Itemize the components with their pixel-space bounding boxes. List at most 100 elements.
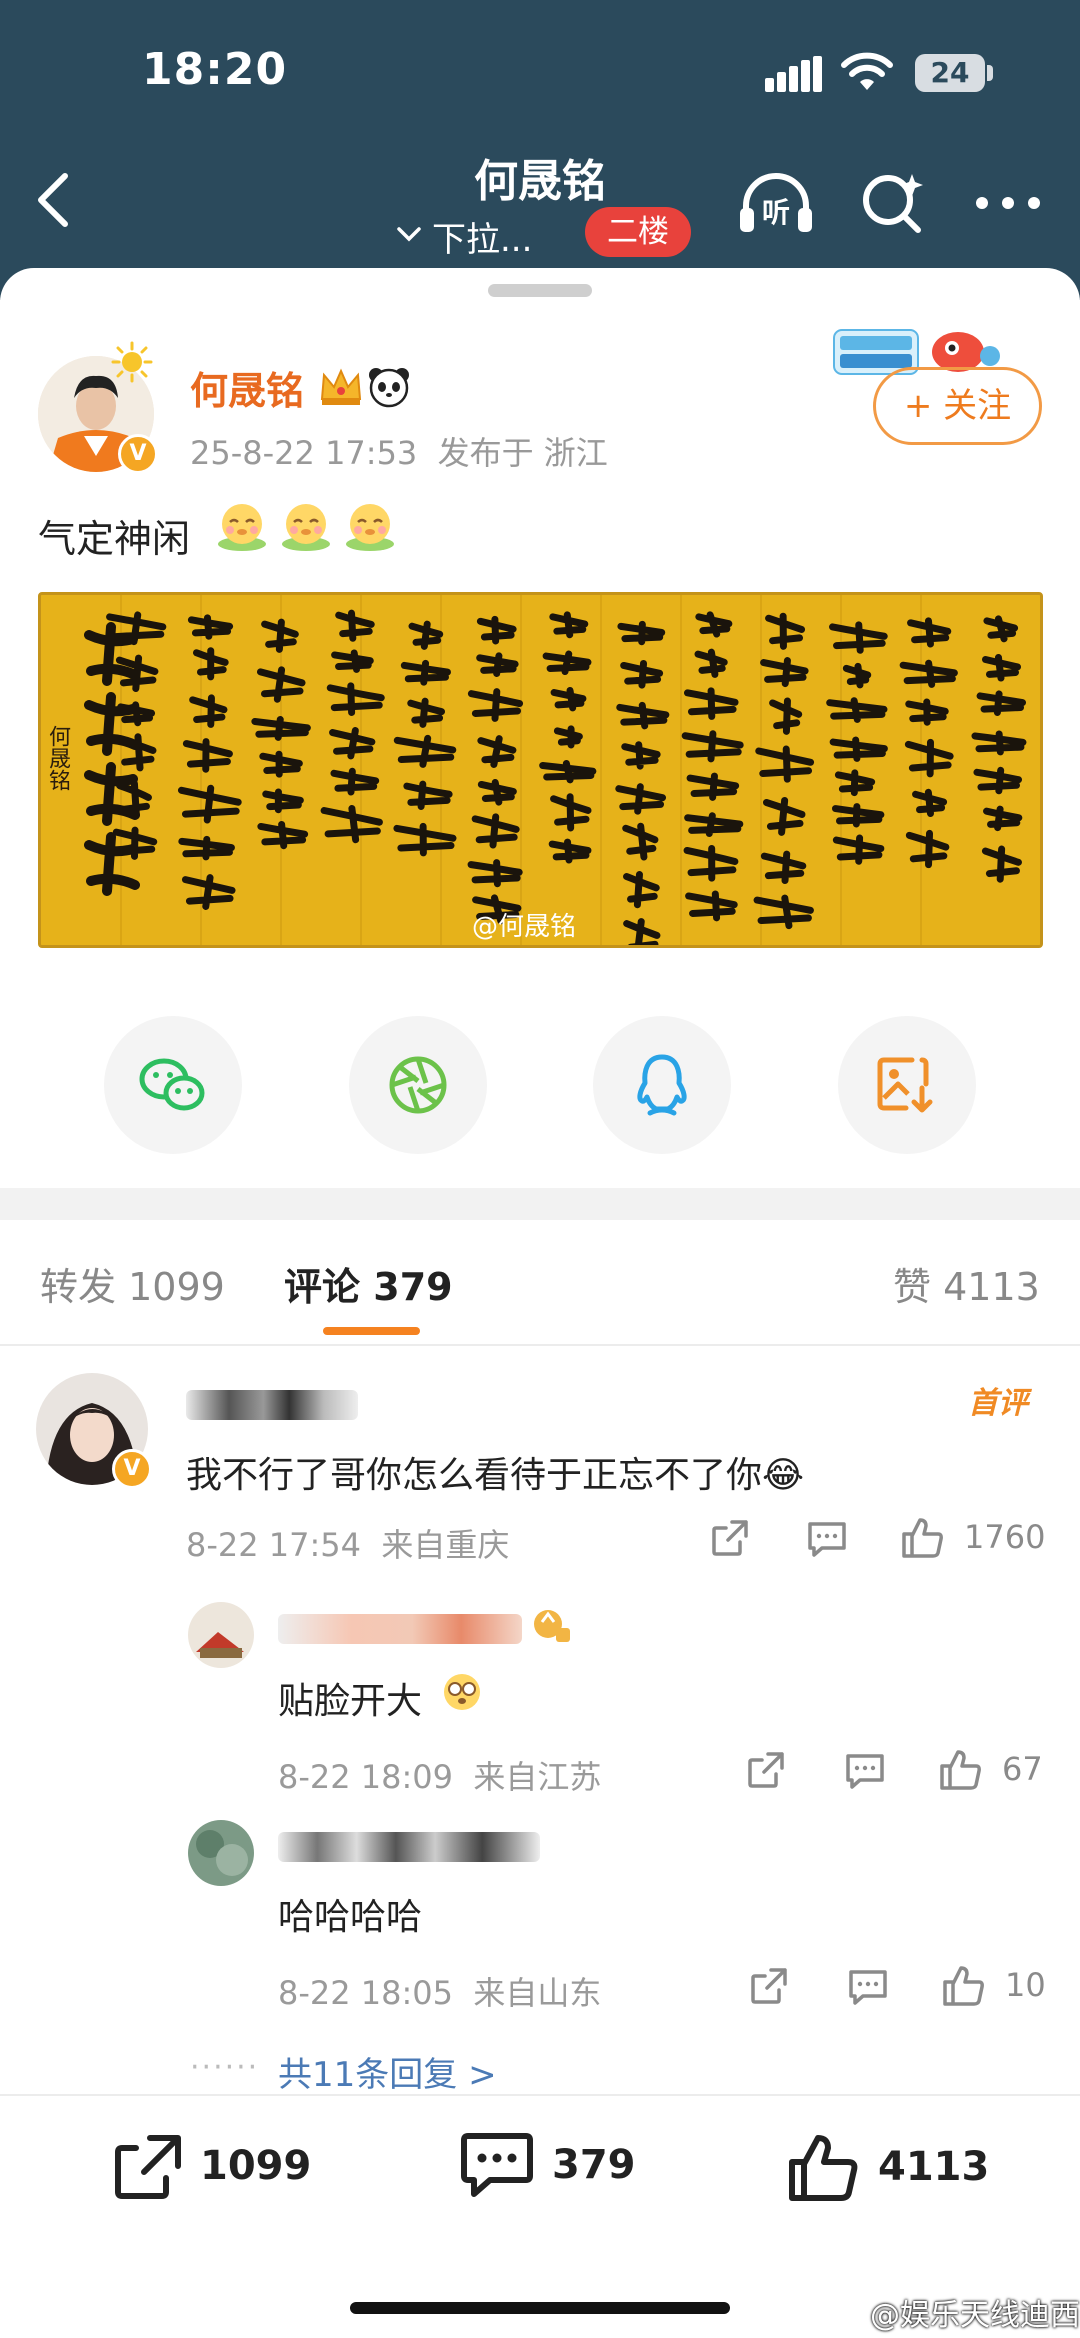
drag-handle[interactable] — [488, 284, 592, 297]
commenter-name-blurred[interactable] — [186, 1390, 358, 1420]
battery-indicator: 24 — [915, 54, 985, 92]
share-out-icon — [748, 1752, 784, 1788]
reply-meta: 8-22 18:05 来自山东 — [278, 1968, 601, 2014]
share-wechat-button[interactable] — [104, 1016, 242, 1154]
search-sparkle-icon — [863, 174, 923, 233]
reply-comment-button[interactable] — [847, 1968, 889, 2006]
tabs-divider — [0, 1344, 1080, 1346]
search-button[interactable] — [853, 163, 933, 243]
reply-name-blurred[interactable] — [278, 1614, 522, 1644]
reply-like-button[interactable]: 67 — [938, 1746, 1043, 1792]
level-badge-icon — [528, 1602, 572, 1650]
blessed-emoji-icon — [278, 498, 334, 554]
repost-button[interactable]: 1099 — [110, 2130, 311, 2202]
reply-comment-button[interactable] — [844, 1752, 886, 1790]
calligraphy-signature: 何晟铭 — [45, 725, 70, 791]
tab-likes-count: 4113 — [943, 1265, 1040, 1309]
follow-button[interactable]: + 关注 — [873, 367, 1042, 445]
thumbs-up-icon — [940, 1750, 981, 1790]
comment-count: 379 — [552, 2142, 636, 2188]
view-more-replies-link[interactable]: 共11条回复 > — [278, 2047, 497, 2096]
comment-text: 我不行了哥你怎么看待于正忘不了你😂 — [186, 1455, 805, 1496]
thumbs-up-icon — [902, 1518, 943, 1558]
battery-tip — [987, 65, 993, 81]
tab-comments-count: 379 — [373, 1265, 453, 1309]
home-indicator[interactable] — [350, 2302, 730, 2314]
thumbs-up-icon — [943, 1966, 984, 2006]
top-header: 18:20 24 何晟铭 下拉... 二楼 听 — [0, 0, 1080, 300]
image-watermark: @何晟铭 — [472, 912, 577, 942]
listen-button[interactable]: 听 — [736, 163, 816, 243]
comment-button[interactable]: 379 — [460, 2130, 636, 2200]
reply-time: 8-22 18:05 — [278, 1974, 454, 2012]
like-button[interactable]: 4113 — [786, 2130, 989, 2204]
post-location: 发布于 浙江 — [437, 434, 608, 472]
thumbs-up-icon — [789, 2135, 858, 2201]
reply-text: 哈哈哈哈 — [278, 1897, 423, 1938]
more-options-button[interactable] — [968, 163, 1048, 243]
reply-like-count: 67 — [1002, 1750, 1043, 1788]
verified-badge: V — [112, 1449, 152, 1489]
pull-down-hint[interactable]: 下拉... — [432, 212, 532, 261]
author-name[interactable]: 何晟铭 — [190, 360, 304, 415]
save-image-button[interactable] — [838, 1016, 976, 1154]
comment-like-button[interactable]: 1760 — [900, 1514, 1045, 1560]
reply-location: 来自山东 — [473, 1974, 602, 2012]
wechat-icon — [139, 1058, 205, 1111]
repost-count: 1099 — [200, 2143, 312, 2189]
blessed-emoji-icon — [342, 498, 398, 554]
second-floor-badge[interactable]: 二楼 — [585, 207, 691, 257]
svg-text:听: 听 — [762, 196, 790, 229]
comment-bubble-icon — [808, 1522, 846, 1557]
active-tab-indicator — [323, 1327, 420, 1335]
reply-time: 8-22 18:09 — [278, 1758, 454, 1796]
wifi-icon — [840, 52, 894, 96]
drool-emoji-icon — [440, 1670, 484, 1718]
tab-reposts-label: 转发 — [40, 1265, 117, 1309]
tab-reposts[interactable]: 转发 1099 — [40, 1256, 225, 1311]
reply-avatar[interactable] — [188, 1602, 254, 1668]
reply-share-button[interactable] — [749, 1966, 789, 2006]
reply-name-blurred[interactable] — [278, 1832, 540, 1862]
blessed-emoji-icon — [214, 498, 270, 554]
save-image-icon — [877, 1057, 933, 1113]
signal-icon — [765, 56, 823, 96]
post-text: 气定神闲 — [38, 517, 191, 561]
reply-meta: 8-22 18:09 来自江苏 — [278, 1752, 601, 1798]
qq-icon — [637, 1054, 687, 1116]
tab-comments[interactable]: 评论 379 — [284, 1256, 453, 1311]
tab-reposts-count: 1099 — [128, 1265, 225, 1309]
moments-icon — [389, 1056, 447, 1114]
tab-comments-label: 评论 — [284, 1265, 361, 1309]
panda-badge-icon — [366, 363, 412, 413]
section-divider — [0, 1188, 1080, 1220]
comment-reply-button[interactable] — [806, 1520, 848, 1558]
share-moments-button[interactable] — [349, 1016, 487, 1154]
share-out-icon — [712, 1520, 748, 1556]
reply-share-button[interactable] — [746, 1750, 786, 1790]
comment-location: 来自重庆 — [381, 1526, 510, 1564]
verified-badge: V — [118, 434, 158, 474]
comment-bubble-icon — [846, 1754, 884, 1789]
comment-bubble-icon — [461, 2133, 533, 2197]
chevron-down-icon — [396, 224, 422, 248]
more-dots-icon — [976, 197, 1040, 209]
headphones-icon: 听 — [740, 173, 812, 232]
comment-bubble-icon — [849, 1970, 887, 2005]
status-time: 18:20 — [142, 44, 288, 95]
reply-text: 贴脸开大 — [278, 1681, 423, 1722]
comment-share-button[interactable] — [710, 1518, 750, 1558]
tab-likes[interactable]: 赞 4113 — [893, 1256, 1040, 1311]
calligraphy-image[interactable]: 何晟铭 — [38, 592, 1043, 948]
repost-icon — [115, 2135, 181, 2199]
reply-like-count: 10 — [1005, 1966, 1046, 2004]
share-out-icon — [751, 1968, 787, 2004]
tab-likes-label: 赞 — [893, 1265, 932, 1309]
post-timestamp: 25-8-22 17:53 — [190, 434, 418, 472]
reply-like-button[interactable]: 10 — [941, 1962, 1046, 2008]
comment-meta: 8-22 17:54 来自重庆 — [186, 1520, 509, 1566]
share-qq-button[interactable] — [593, 1016, 731, 1154]
reply-location: 来自江苏 — [473, 1758, 602, 1796]
reply-avatar[interactable] — [188, 1820, 254, 1886]
first-comment-badge: 首评 — [968, 1386, 1028, 1421]
